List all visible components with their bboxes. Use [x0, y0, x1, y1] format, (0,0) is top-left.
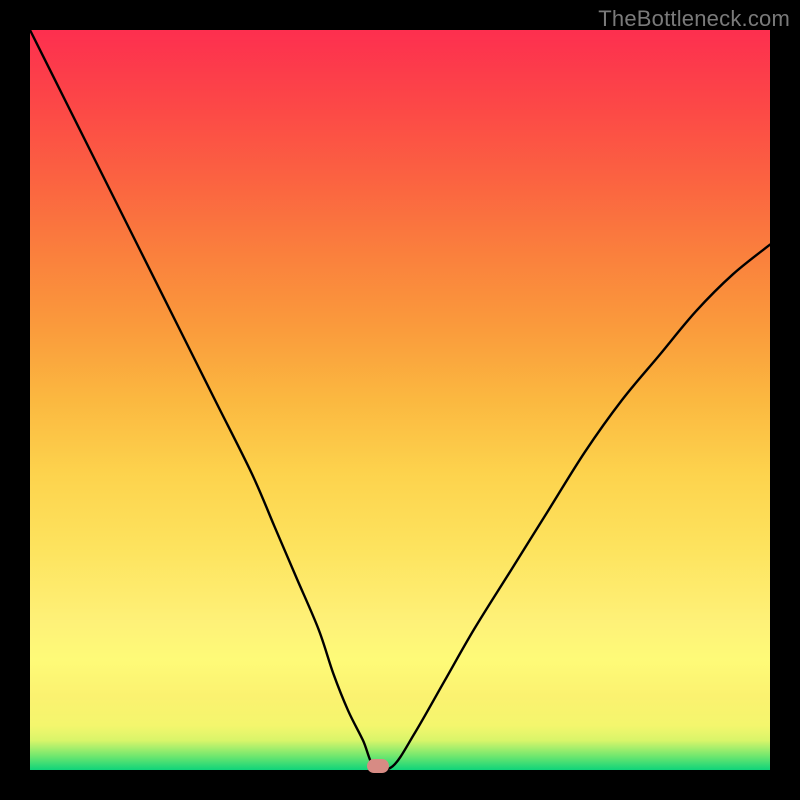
curve-path — [30, 30, 770, 770]
watermark-text: TheBottleneck.com — [598, 6, 790, 32]
minimum-marker — [367, 759, 389, 773]
plot-area — [30, 30, 770, 770]
bottleneck-curve — [30, 30, 770, 770]
chart-frame: TheBottleneck.com — [0, 0, 800, 800]
